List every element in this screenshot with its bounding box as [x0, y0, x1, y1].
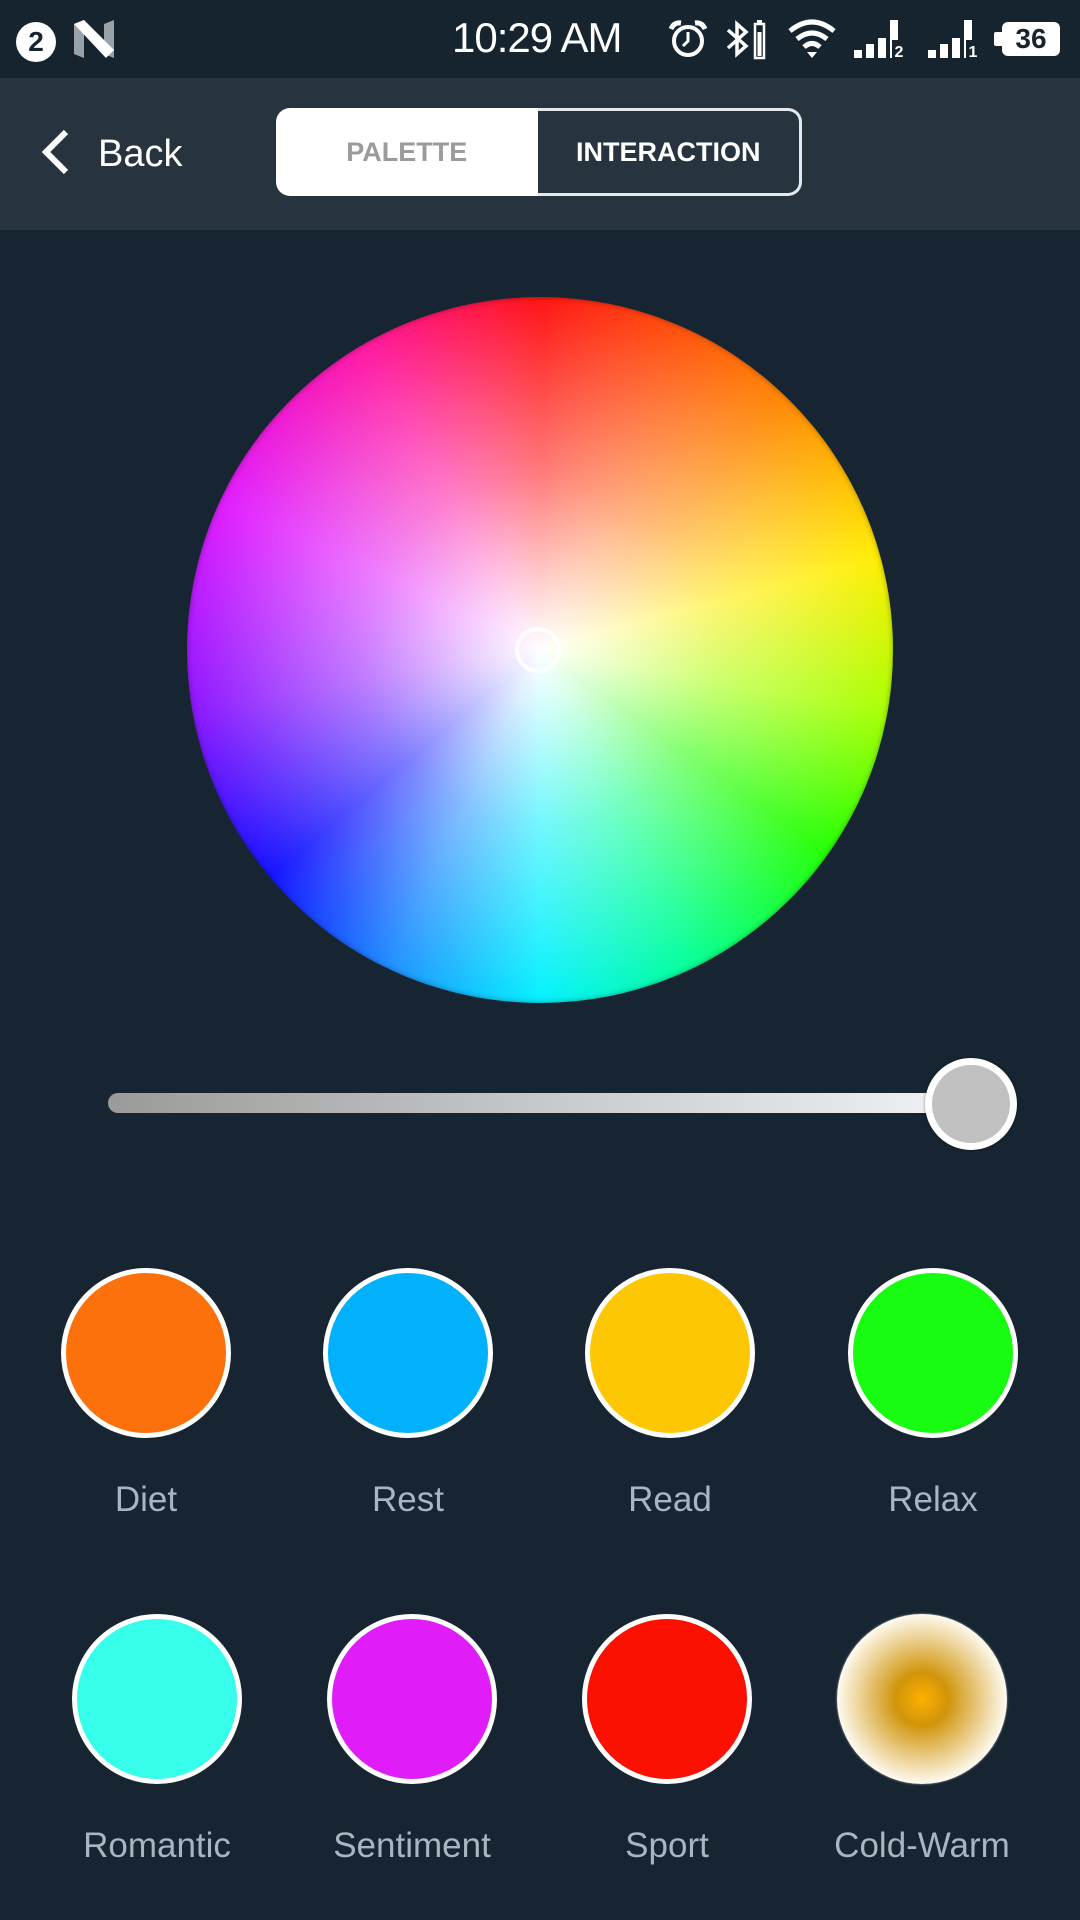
- alarm-icon: [668, 16, 708, 62]
- preset-label: Cold-Warm: [834, 1826, 1010, 1865]
- mode-segmented-control: PALETTE INTERACTION: [276, 108, 802, 196]
- back-button[interactable]: Back: [40, 118, 182, 190]
- preset-label: Sport: [625, 1826, 709, 1865]
- preset-swatch[interactable]: [323, 1268, 493, 1438]
- preset-swatch[interactable]: [837, 1614, 1007, 1784]
- color-wheel-container: [187, 297, 893, 1003]
- preset-romantic[interactable]: Romantic: [57, 1614, 257, 1866]
- signal-sim2-icon: 2: [852, 16, 908, 62]
- preset-diet[interactable]: Diet: [46, 1268, 246, 1520]
- preset-cold-warm[interactable]: Cold-Warm: [822, 1614, 1022, 1866]
- slider-thumb[interactable]: [925, 1058, 1017, 1150]
- preset-swatch[interactable]: [72, 1614, 242, 1784]
- slider-track[interactable]: [108, 1093, 988, 1113]
- preset-swatch[interactable]: [61, 1268, 231, 1438]
- preset-label: Sentiment: [333, 1826, 491, 1865]
- battery-level: 36: [1015, 23, 1047, 54]
- tab-palette[interactable]: PALETTE: [276, 108, 538, 196]
- status-bar: 2 10:29 AM 2 1 36: [0, 0, 1080, 78]
- bluetooth-icon: [722, 16, 772, 62]
- chevron-left-icon: [40, 129, 70, 180]
- preset-label: Rest: [372, 1480, 444, 1519]
- preset-label: Diet: [114, 1480, 178, 1519]
- preset-read[interactable]: Read: [570, 1268, 770, 1520]
- preset-rest[interactable]: Rest: [308, 1268, 508, 1520]
- battery-icon: 36: [994, 22, 1060, 56]
- preset-swatch[interactable]: [582, 1614, 752, 1784]
- sim2-label: 2: [895, 44, 904, 60]
- clock: 10:29 AM: [452, 14, 622, 61]
- header-bar: Back PALETTE INTERACTION: [0, 78, 1080, 230]
- preset-swatch[interactable]: [327, 1614, 497, 1784]
- notification-count: 2: [28, 26, 44, 57]
- preset-sport[interactable]: Sport: [567, 1614, 767, 1866]
- preset-swatch[interactable]: [585, 1268, 755, 1438]
- n-logo-icon: [74, 20, 114, 58]
- back-label: Back: [98, 132, 183, 175]
- color-wheel-handle[interactable]: [515, 627, 561, 673]
- preset-label: Relax: [888, 1480, 978, 1519]
- preset-sentiment[interactable]: Sentiment: [312, 1614, 512, 1866]
- signal-sim1-icon: 1: [926, 16, 982, 62]
- wifi-icon: [787, 16, 837, 62]
- brightness-slider[interactable]: [108, 1058, 1018, 1150]
- notification-badge-icon: 2: [16, 22, 56, 62]
- preset-relax[interactable]: Relax: [833, 1268, 1033, 1520]
- sim1-label: 1: [969, 44, 978, 60]
- tab-interaction[interactable]: INTERACTION: [537, 108, 802, 196]
- preset-swatch[interactable]: [848, 1268, 1018, 1438]
- preset-label: Read: [628, 1480, 712, 1519]
- preset-label: Romantic: [83, 1826, 231, 1865]
